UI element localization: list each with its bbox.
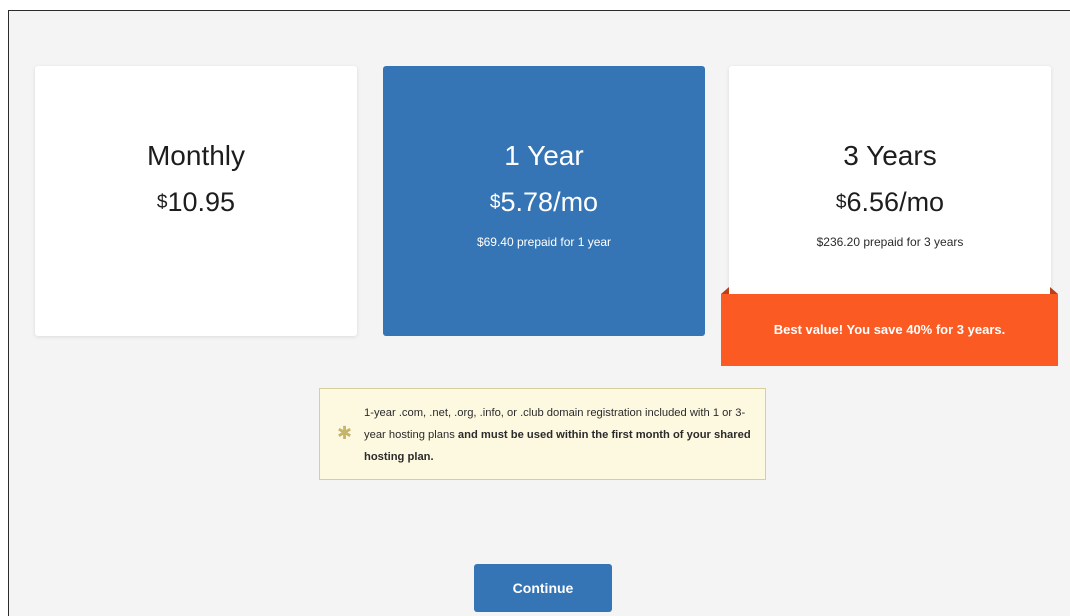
ribbon-fold-right: [1050, 287, 1058, 294]
asterisk-icon: ✱: [337, 423, 353, 443]
plan-price: $6.56/mo: [729, 186, 1051, 219]
plan-price: $5.78/mo: [383, 186, 705, 219]
price-amount: 6.56: [846, 187, 900, 217]
currency-symbol: $: [835, 192, 847, 213]
best-value-ribbon[interactable]: Best value! You save 40% for 3 years.: [721, 294, 1058, 366]
notice-text: 1-year .com, .net, .org, .info, or .club…: [364, 402, 754, 468]
plan-card-1year[interactable]: 1 Year $5.78/mo $69.40 prepaid for 1 yea…: [383, 66, 705, 336]
domain-notice: ✱ 1-year .com, .net, .org, .info, or .cl…: [319, 388, 766, 480]
plan-card-3years[interactable]: 3 Years $6.56/mo $236.20 prepaid for 3 y…: [729, 66, 1051, 298]
plan-name: 1 Year: [504, 140, 584, 171]
ribbon-fold-left: [721, 287, 729, 294]
plan-prepaid-note: $69.40 prepaid for 1 year: [476, 235, 612, 249]
plan-card-monthly[interactable]: Monthly $10.95: [35, 66, 357, 336]
price-amount: 10.95: [167, 187, 236, 217]
plan-prepaid-note: $236.20 prepaid for 3 years: [816, 235, 964, 249]
plan-name: Monthly: [146, 140, 246, 171]
continue-button[interactable]: Continue: [474, 564, 612, 612]
plan-price: $10.95: [35, 186, 357, 219]
plan-name: 3 Years: [843, 140, 937, 171]
price-period: /mo: [553, 187, 599, 217]
price-period: /mo: [899, 187, 945, 217]
price-amount: 5.78: [500, 187, 554, 217]
currency-symbol: $: [489, 192, 501, 213]
currency-symbol: $: [156, 192, 168, 213]
